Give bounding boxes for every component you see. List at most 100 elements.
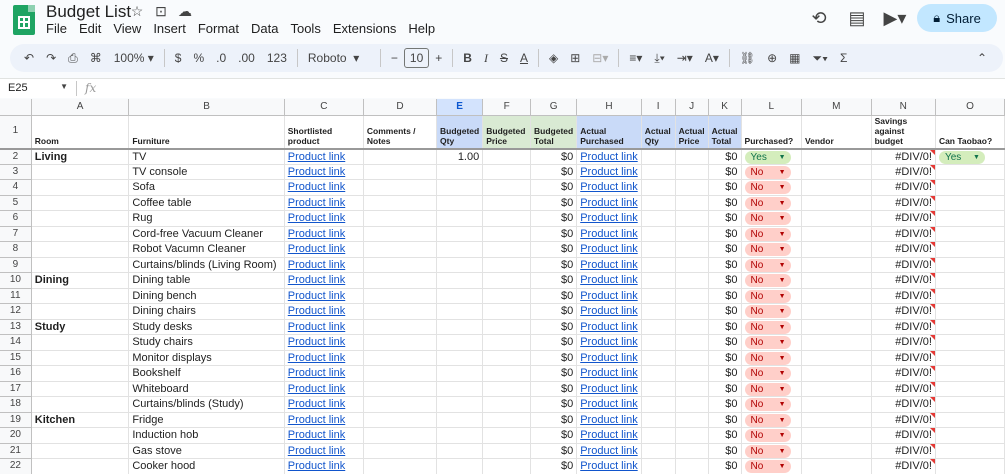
purchased-cell[interactable]: No ▼ xyxy=(741,319,802,335)
dropdown-arrow-icon[interactable]: ▼ xyxy=(779,367,786,380)
product-link-cell[interactable]: Product link xyxy=(284,272,364,289)
dropdown-arrow-icon[interactable]: ▼ xyxy=(779,321,786,334)
functions-icon[interactable]: Σ xyxy=(834,44,853,72)
text-color-icon[interactable]: A xyxy=(514,44,534,72)
redo-icon[interactable]: ↷ xyxy=(40,44,62,72)
header-cell[interactable]: Furniture xyxy=(128,115,285,150)
merge-cells-icon[interactable]: ⊟▾ xyxy=(586,44,614,72)
actual-purchased-cell[interactable]: Product link xyxy=(576,350,642,366)
furniture-cell[interactable]: TV xyxy=(128,148,285,165)
actual-qty-cell[interactable] xyxy=(641,148,676,165)
product-link-cell[interactable]: Product link xyxy=(284,319,364,335)
row-number[interactable]: 10 xyxy=(0,272,32,289)
column-header-J[interactable]: J xyxy=(675,99,709,116)
version-history-icon[interactable]: ⟲ xyxy=(807,8,831,29)
comments-cell[interactable] xyxy=(363,396,438,413)
comments-cell[interactable] xyxy=(363,210,438,227)
actual-price-cell[interactable] xyxy=(675,179,709,196)
purchased-dropdown-chip[interactable]: Yes ▼ xyxy=(744,150,791,164)
vendor-cell[interactable] xyxy=(801,210,872,227)
product-link-cell[interactable]: Product link xyxy=(284,412,364,428)
dropdown-arrow-icon[interactable]: ▼ xyxy=(779,383,786,396)
furniture-cell[interactable]: Cooker hood xyxy=(128,458,285,474)
room-cell[interactable] xyxy=(31,210,130,227)
savings-cell[interactable]: #DIV/0! xyxy=(871,427,936,444)
horizontal-align-icon[interactable]: ≡▾ xyxy=(623,44,648,72)
purchased-cell[interactable]: No ▼ xyxy=(741,412,802,428)
actual-qty-cell[interactable] xyxy=(641,303,676,320)
budgeted-qty-cell[interactable] xyxy=(436,241,484,258)
purchased-dropdown-chip[interactable]: No ▼ xyxy=(744,289,791,303)
actual-total-cell[interactable]: $0 xyxy=(708,319,742,335)
purchased-cell[interactable]: Yes ▼ xyxy=(741,148,802,165)
purchased-dropdown-chip[interactable]: No ▼ xyxy=(744,243,791,257)
italic-icon[interactable]: I xyxy=(478,44,494,72)
product-link[interactable]: Product link xyxy=(288,336,345,348)
row-number[interactable]: 16 xyxy=(0,365,32,382)
comments-cell[interactable] xyxy=(363,195,438,211)
row-number[interactable]: 7 xyxy=(0,226,32,242)
header-cell[interactable]: Savings against budget xyxy=(871,115,936,150)
product-link-cell[interactable]: Product link xyxy=(284,226,364,242)
product-link[interactable]: Product link xyxy=(288,274,345,286)
purchased-cell[interactable]: No ▼ xyxy=(741,164,802,180)
actual-total-cell[interactable]: $0 xyxy=(708,427,742,444)
product-link-cell[interactable]: Product link xyxy=(284,350,364,366)
dropdown-arrow-icon[interactable]: ▼ xyxy=(779,290,786,303)
taobao-cell[interactable] xyxy=(935,443,1005,459)
purchased-dropdown-chip[interactable]: No ▼ xyxy=(744,305,791,319)
comments-cell[interactable] xyxy=(363,443,438,459)
furniture-cell[interactable]: Study chairs xyxy=(128,334,285,351)
borders-icon[interactable]: ⊞ xyxy=(564,44,586,72)
actual-price-cell[interactable] xyxy=(675,443,709,459)
actual-product-link[interactable]: Product link xyxy=(580,429,637,441)
product-link[interactable]: Product link xyxy=(288,151,345,163)
actual-qty-cell[interactable] xyxy=(641,319,676,335)
budgeted-total-cell[interactable]: $0 xyxy=(530,427,578,444)
purchased-cell[interactable]: No ▼ xyxy=(741,210,802,227)
header-cell[interactable]: Comments / Notes xyxy=(363,115,438,150)
taobao-cell[interactable] xyxy=(935,179,1005,196)
actual-price-cell[interactable] xyxy=(675,148,709,165)
savings-cell[interactable]: #DIV/0! xyxy=(871,443,936,459)
product-link[interactable]: Product link xyxy=(288,259,345,271)
savings-cell[interactable]: #DIV/0! xyxy=(871,272,936,289)
purchased-dropdown-chip[interactable]: No ▼ xyxy=(744,258,791,272)
furniture-cell[interactable]: Cord-free Vacuum Cleaner xyxy=(128,226,285,242)
actual-total-cell[interactable]: $0 xyxy=(708,164,742,180)
budgeted-qty-cell[interactable] xyxy=(436,427,484,444)
vendor-cell[interactable] xyxy=(801,458,872,474)
strikethrough-icon[interactable]: S xyxy=(494,44,514,72)
savings-cell[interactable]: #DIV/0! xyxy=(871,241,936,258)
vendor-cell[interactable] xyxy=(801,443,872,459)
budgeted-total-cell[interactable]: $0 xyxy=(530,334,578,351)
actual-qty-cell[interactable] xyxy=(641,288,676,304)
taobao-cell[interactable] xyxy=(935,257,1005,273)
furniture-cell[interactable]: Study desks xyxy=(128,319,285,335)
furniture-cell[interactable]: Dining table xyxy=(128,272,285,289)
actual-qty-cell[interactable] xyxy=(641,427,676,444)
product-link[interactable]: Product link xyxy=(288,212,345,224)
menu-file[interactable]: File xyxy=(40,21,73,37)
purchased-cell[interactable]: No ▼ xyxy=(741,350,802,366)
actual-qty-cell[interactable] xyxy=(641,210,676,227)
star-icon[interactable]: ☆ xyxy=(128,3,146,20)
actual-price-cell[interactable] xyxy=(675,241,709,258)
actual-purchased-cell[interactable]: Product link xyxy=(576,179,642,196)
actual-product-link[interactable]: Product link xyxy=(580,367,637,379)
purchased-dropdown-chip[interactable]: No ▼ xyxy=(744,165,791,179)
taobao-cell[interactable] xyxy=(935,319,1005,335)
row-number[interactable]: 13 xyxy=(0,319,32,335)
actual-total-cell[interactable]: $0 xyxy=(708,303,742,320)
budgeted-price-cell[interactable] xyxy=(482,148,532,165)
actual-price-cell[interactable] xyxy=(675,164,709,180)
column-header-F[interactable]: F xyxy=(482,99,532,116)
actual-qty-cell[interactable] xyxy=(641,381,676,397)
budgeted-price-cell[interactable] xyxy=(482,257,532,273)
product-link-cell[interactable]: Product link xyxy=(284,443,364,459)
column-header-D[interactable]: D xyxy=(363,99,438,116)
dropdown-arrow-icon[interactable]: ▼ xyxy=(779,197,786,210)
savings-cell[interactable]: #DIV/0! xyxy=(871,210,936,227)
product-link[interactable]: Product link xyxy=(288,290,345,302)
dropdown-arrow-icon[interactable]: ▼ xyxy=(779,398,786,411)
